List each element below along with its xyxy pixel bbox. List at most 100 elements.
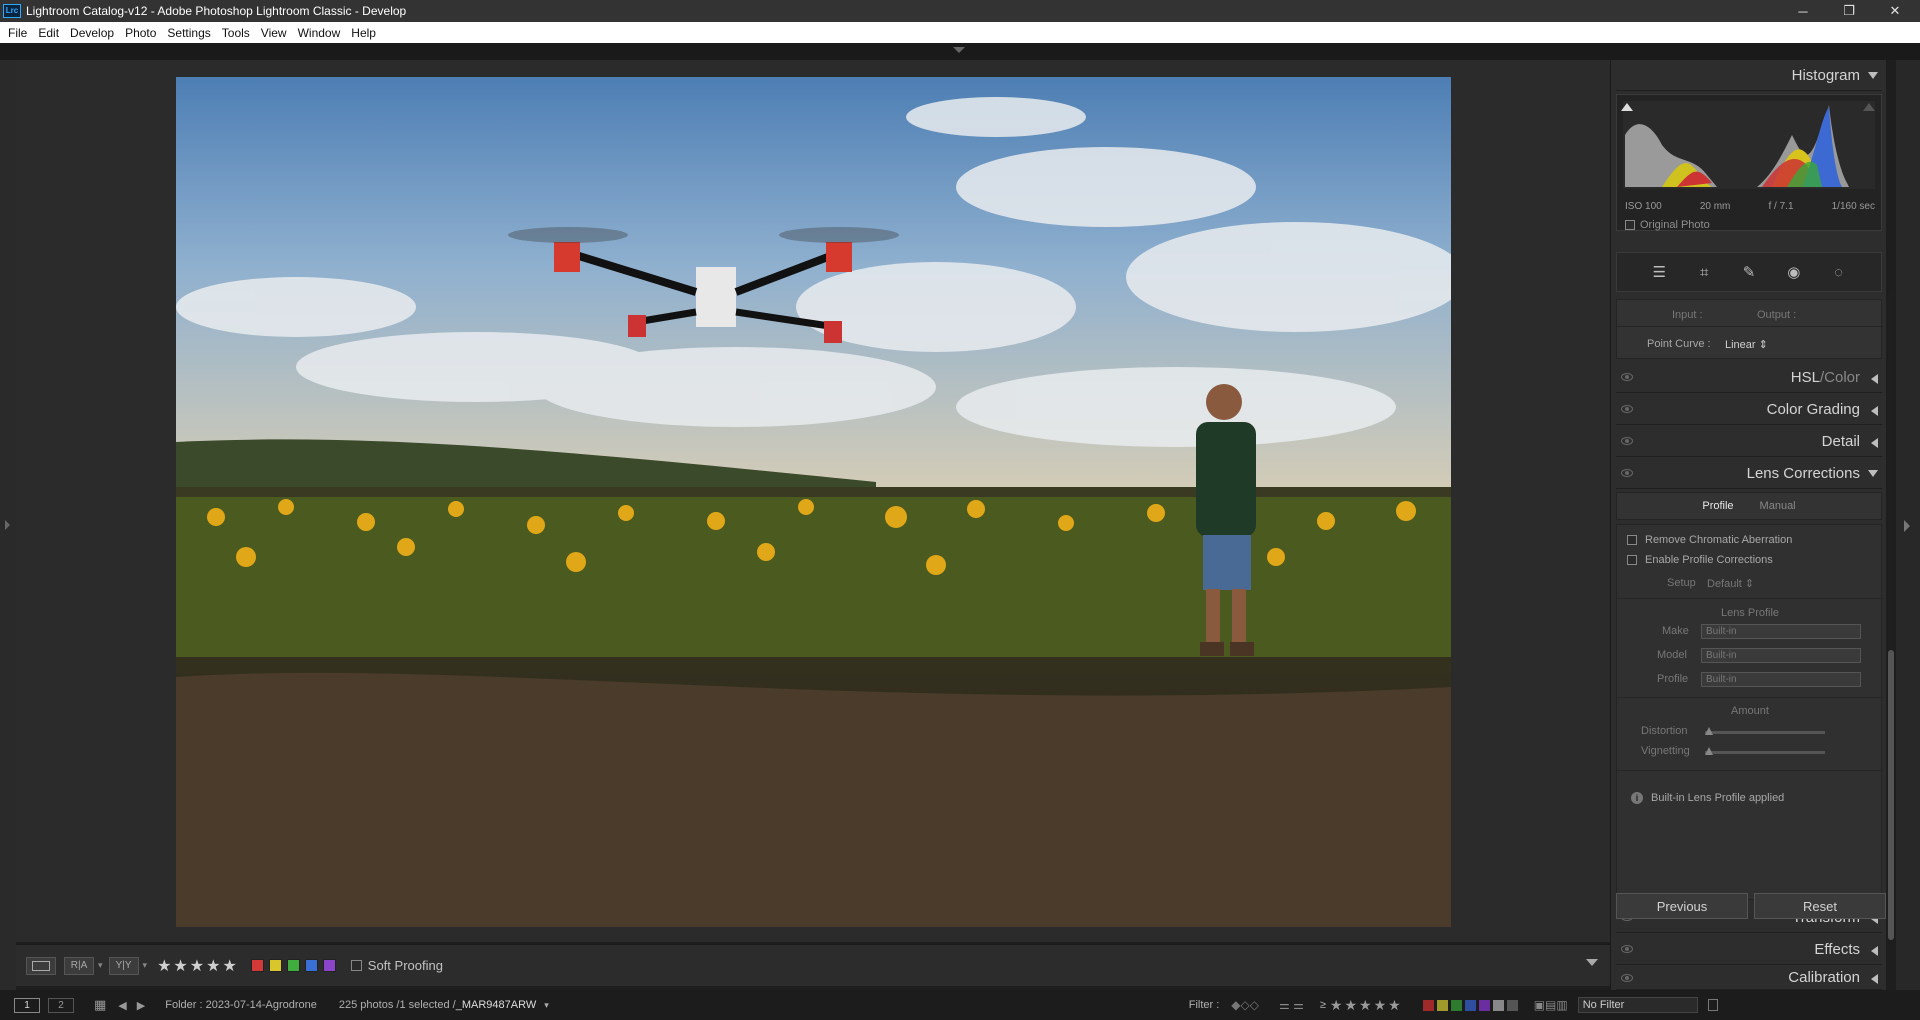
grid-view-icon[interactable]: ▦: [94, 997, 106, 1013]
healing-icon[interactable]: ✎: [1739, 262, 1759, 282]
filter-green-label[interactable]: [1450, 999, 1462, 1011]
vignetting-slider-knob[interactable]: [1705, 747, 1713, 755]
calibration-visibility-icon[interactable]: [1621, 974, 1633, 982]
star-1-icon[interactable]: ★: [157, 956, 171, 976]
edit-sliders-icon[interactable]: ☰: [1649, 262, 1669, 282]
before-after-ra-button[interactable]: R|A: [64, 956, 94, 975]
filter-purple-label[interactable]: [1478, 999, 1490, 1011]
histogram-header[interactable]: Histogram: [1616, 60, 1882, 91]
screen-1-button[interactable]: 1: [14, 997, 40, 1013]
previous-photo-icon[interactable]: ◀: [118, 999, 126, 1012]
hsl-label[interactable]: HSL: [1791, 369, 1820, 386]
hsl-expand-icon[interactable]: [1871, 374, 1878, 384]
toolbar-menu-icon[interactable]: [1586, 959, 1598, 966]
filter-other-label[interactable]: [1492, 999, 1504, 1011]
star-2-icon[interactable]: ★: [173, 956, 187, 976]
menu-help[interactable]: Help: [351, 26, 376, 40]
red-eye-icon[interactable]: ◉: [1784, 262, 1804, 282]
filter-lock-icon[interactable]: [1707, 999, 1718, 1011]
menu-edit[interactable]: Edit: [38, 26, 59, 40]
filter-kind-icons[interactable]: ▣▤▥: [1534, 998, 1568, 1012]
filter-blue-label[interactable]: [1464, 999, 1476, 1011]
filter-star-4-icon[interactable]: ★: [1374, 997, 1387, 1014]
filter-red-label[interactable]: [1422, 999, 1434, 1011]
menu-settings[interactable]: Settings: [167, 26, 210, 40]
star-3-icon[interactable]: ★: [190, 956, 204, 976]
filter-star-2-icon[interactable]: ★: [1344, 997, 1357, 1014]
filter-star-3-icon[interactable]: ★: [1359, 997, 1372, 1014]
menu-file[interactable]: File: [8, 26, 27, 40]
menu-window[interactable]: Window: [298, 26, 341, 40]
expand-left-panel-icon[interactable]: [5, 520, 10, 530]
rating-operator[interactable]: ≥: [1320, 999, 1326, 1011]
collapse-right-panel-icon[interactable]: [1904, 520, 1910, 532]
calibration-header[interactable]: Calibration: [1616, 966, 1882, 990]
histogram-display[interactable]: ISO 100 20 mm f / 7.1 1/160 sec Original…: [1616, 94, 1882, 231]
previous-button[interactable]: Previous: [1616, 893, 1748, 919]
reset-button[interactable]: Reset: [1754, 893, 1886, 919]
menu-view[interactable]: View: [261, 26, 287, 40]
soft-proofing-checkbox[interactable]: [350, 960, 362, 971]
soft-proofing-toggle[interactable]: Soft Proofing: [350, 958, 443, 973]
loupe-view-button[interactable]: [26, 956, 56, 975]
color-label-blue[interactable]: [304, 959, 318, 972]
original-photo-checkbox[interactable]: [1625, 220, 1635, 230]
enable-profile-row[interactable]: Enable Profile Corrections: [1627, 554, 1773, 566]
effects-expand-icon[interactable]: [1871, 946, 1878, 956]
menu-develop[interactable]: Develop: [70, 26, 114, 40]
tab-profile[interactable]: Profile: [1702, 500, 1733, 512]
detail-expand-icon[interactable]: [1871, 438, 1878, 448]
scrollbar-thumb[interactable]: [1888, 650, 1894, 940]
star-5-icon[interactable]: ★: [222, 956, 236, 976]
folder-path[interactable]: Folder : 2023-07-14-Agrodrone: [165, 999, 317, 1011]
menu-tools[interactable]: Tools: [222, 26, 250, 40]
view-dropdown-icon-2[interactable]: ▾: [143, 960, 148, 971]
original-photo-toggle[interactable]: Original Photo: [1625, 219, 1710, 231]
effects-visibility-icon[interactable]: [1621, 945, 1633, 953]
lens-corrections-collapse-icon[interactable]: [1868, 470, 1878, 477]
masking-icon[interactable]: ◌: [1829, 262, 1849, 282]
menu-photo[interactable]: Photo: [125, 26, 156, 40]
restore-button[interactable]: ❐: [1826, 0, 1872, 22]
make-select[interactable]: Built-in: [1701, 624, 1861, 639]
color-grading-visibility-icon[interactable]: [1621, 405, 1633, 413]
color-label[interactable]: Color: [1824, 369, 1860, 386]
color-label-red[interactable]: [250, 959, 264, 972]
vignetting-slider[interactable]: [1705, 747, 1825, 755]
photo-preview[interactable]: [176, 77, 1451, 927]
hsl-color-header[interactable]: HSL / Color: [1616, 362, 1882, 393]
tab-manual[interactable]: Manual: [1760, 500, 1796, 512]
calibration-expand-icon[interactable]: [1871, 974, 1878, 984]
next-photo-icon[interactable]: ▶: [137, 999, 145, 1012]
filter-preset-select[interactable]: No Filter: [1577, 997, 1698, 1013]
filter-star-5-icon[interactable]: ★: [1388, 997, 1401, 1014]
crop-icon[interactable]: ⌗: [1694, 262, 1714, 282]
remove-ca-row[interactable]: Remove Chromatic Aberration: [1627, 534, 1792, 546]
collapse-top-panel-icon[interactable]: [953, 47, 965, 53]
lens-corrections-header[interactable]: Lens Corrections: [1616, 458, 1882, 489]
distortion-slider[interactable]: [1705, 727, 1825, 735]
hsl-visibility-icon[interactable]: [1621, 373, 1633, 381]
minimize-button[interactable]: ─: [1780, 0, 1826, 22]
view-dropdown-icon[interactable]: ▾: [98, 960, 103, 971]
distortion-slider-knob[interactable]: [1705, 727, 1713, 735]
point-curve-select[interactable]: Linear ⇕: [1725, 338, 1768, 351]
flag-filter-icons[interactable]: ◆◇◇: [1231, 998, 1259, 1012]
histogram-collapse-icon[interactable]: [1868, 72, 1878, 79]
profile-select[interactable]: Built-in: [1701, 672, 1861, 687]
color-grading-header[interactable]: Color Grading: [1616, 394, 1882, 425]
filter-none-label[interactable]: [1506, 999, 1518, 1011]
remove-ca-checkbox[interactable]: [1627, 535, 1637, 545]
enable-profile-checkbox[interactable]: [1627, 555, 1637, 565]
color-label-purple[interactable]: [322, 959, 336, 972]
filename-dropdown-icon[interactable]: ▾: [544, 1000, 549, 1011]
lens-corrections-visibility-icon[interactable]: [1621, 469, 1633, 477]
detail-header[interactable]: Detail: [1616, 426, 1882, 457]
filter-yellow-label[interactable]: [1436, 999, 1448, 1011]
before-after-yy-button[interactable]: Y|Y: [108, 956, 139, 975]
filter-star-1-icon[interactable]: ★: [1330, 997, 1343, 1014]
color-label-green[interactable]: [286, 959, 300, 972]
color-label-yellow[interactable]: [268, 959, 282, 972]
star-4-icon[interactable]: ★: [206, 956, 220, 976]
effects-header[interactable]: Effects: [1616, 934, 1882, 965]
